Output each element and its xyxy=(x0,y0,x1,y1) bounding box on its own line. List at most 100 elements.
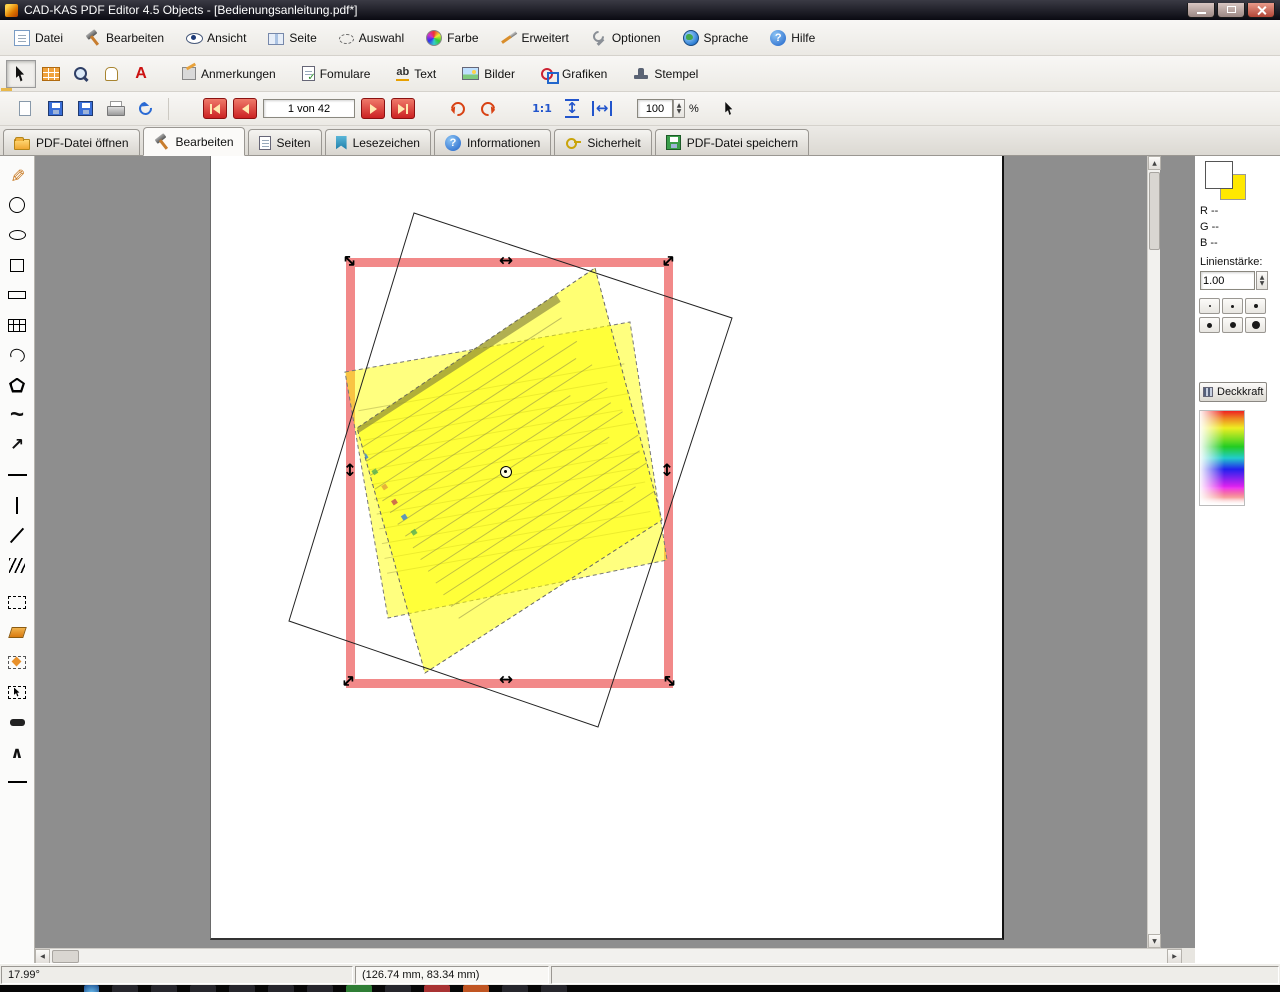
tool-circle[interactable] xyxy=(2,190,32,220)
line-width-6-button[interactable] xyxy=(1245,317,1266,333)
taskbar-icon[interactable] xyxy=(463,985,489,992)
tool-vertical-line[interactable] xyxy=(2,490,32,520)
line-color-swatch[interactable] xyxy=(1205,161,1233,189)
taskbar-icon[interactable] xyxy=(84,985,99,992)
tool-diagonal-line[interactable] xyxy=(2,520,32,550)
tool-highlighter[interactable] xyxy=(2,617,32,647)
print-button[interactable] xyxy=(100,95,130,123)
tool-table[interactable] xyxy=(2,310,32,340)
resize-handle-bottom[interactable]: ↔ xyxy=(497,672,515,689)
tool-flat-rectangle[interactable] xyxy=(2,280,32,310)
taskbar[interactable] xyxy=(0,985,1280,992)
taskbar-icon[interactable] xyxy=(151,985,177,992)
zoom-spinner[interactable]: ▲▼ xyxy=(673,99,685,118)
taskbar-icon[interactable] xyxy=(346,985,372,992)
menu-seite[interactable]: Seite xyxy=(264,28,320,48)
pdf-page[interactable]: ↔ ↔ ↔ ↕ ↕ ↔ ↔ ↔ xyxy=(210,156,1004,940)
taskbar-icon[interactable] xyxy=(190,985,216,992)
taskbar-icon[interactable] xyxy=(112,985,138,992)
tool-arrow[interactable] xyxy=(2,430,32,460)
tab-pdf-save[interactable]: PDF-Datei speichern xyxy=(655,129,809,155)
line-width-1-button[interactable] xyxy=(1199,298,1220,314)
save-button[interactable] xyxy=(40,95,70,123)
tool-pen[interactable] xyxy=(2,160,32,190)
menu-auswahl[interactable]: Auswahl xyxy=(335,28,408,48)
menu-optionen[interactable]: Optionen xyxy=(587,27,665,49)
taskbar-icon[interactable] xyxy=(541,985,567,992)
vertical-scroll-thumb[interactable] xyxy=(1149,172,1160,250)
grid-panel-button[interactable] xyxy=(36,60,66,88)
taskbar-icon[interactable] xyxy=(307,985,333,992)
graphics-group-button[interactable]: Grafiken xyxy=(541,66,607,82)
zoom-100-button[interactable]: 1:1 xyxy=(527,95,557,123)
line-width-5-button[interactable] xyxy=(1222,317,1243,333)
fit-height-button[interactable] xyxy=(557,95,587,123)
scroll-down-button[interactable]: ▼ xyxy=(1148,934,1161,948)
menu-ansicht[interactable]: Ansicht xyxy=(182,27,250,49)
first-page-button[interactable] xyxy=(203,98,227,119)
rotate-left-button[interactable] xyxy=(443,95,473,123)
line-width-input[interactable] xyxy=(1200,271,1255,290)
line-width-4-button[interactable] xyxy=(1199,317,1220,333)
forms-group-button[interactable]: Fomulare xyxy=(302,66,371,81)
resize-handle-top[interactable]: ↔ xyxy=(497,253,515,270)
minimize-button[interactable] xyxy=(1187,3,1215,18)
menu-bearbeiten[interactable]: Bearbeiten xyxy=(81,27,168,49)
cursor-mode-button[interactable] xyxy=(715,95,745,123)
tool-polygon[interactable] xyxy=(2,370,32,400)
tool-horizontal-line[interactable] xyxy=(2,460,32,490)
line-width-spinner[interactable]: ▲▼ xyxy=(1256,271,1268,290)
color-picker-gradient[interactable] xyxy=(1199,410,1245,506)
font-tool-button[interactable]: A xyxy=(126,60,156,88)
scroll-up-button[interactable]: ▲ xyxy=(1148,156,1161,170)
resize-handle-right[interactable]: ↕ xyxy=(658,463,676,480)
tool-curve[interactable] xyxy=(2,340,32,370)
save-as-button[interactable] xyxy=(70,95,100,123)
resize-handle-left[interactable]: ↕ xyxy=(341,463,359,480)
scroll-left-button[interactable]: ◀ xyxy=(35,949,50,964)
previous-page-button[interactable] xyxy=(233,98,257,119)
menu-hilfe[interactable]: ?Hilfe xyxy=(766,27,819,49)
taskbar-icon[interactable] xyxy=(502,985,528,992)
tab-lesezeichen[interactable]: Lesezeichen xyxy=(325,129,431,155)
tool-marker-rect[interactable] xyxy=(2,647,32,677)
annotations-group-button[interactable]: Anmerkungen xyxy=(182,67,276,81)
rotate-right-button[interactable] xyxy=(473,95,503,123)
tool-caret[interactable] xyxy=(2,737,32,767)
tab-sicherheit[interactable]: Sicherheit xyxy=(554,129,651,155)
taskbar-icon[interactable] xyxy=(385,985,411,992)
horizontal-scrollbar[interactable]: ◀ ▶ xyxy=(35,948,1182,963)
close-button[interactable] xyxy=(1247,3,1275,18)
images-group-button[interactable]: Bilder xyxy=(462,67,515,81)
fit-width-button[interactable] xyxy=(587,95,617,123)
hand-tool-button[interactable] xyxy=(96,60,126,88)
new-button[interactable] xyxy=(10,95,40,123)
tool-select-object[interactable] xyxy=(2,677,32,707)
undo-button[interactable] xyxy=(130,95,160,123)
tab-bearbeiten[interactable]: Bearbeiten xyxy=(143,127,245,156)
taskbar-icon[interactable] xyxy=(424,985,450,992)
page-number-field[interactable] xyxy=(263,99,355,118)
menu-datei[interactable]: Datei xyxy=(10,27,67,49)
tool-ellipse[interactable] xyxy=(2,220,32,250)
maximize-button[interactable] xyxy=(1217,3,1245,18)
scroll-right-button[interactable]: ▶ xyxy=(1167,949,1182,964)
menu-farbe[interactable]: Farbe xyxy=(422,27,482,49)
vertical-scrollbar[interactable]: ▲ ▼ xyxy=(1147,156,1160,948)
horizontal-scroll-thumb[interactable] xyxy=(52,950,79,963)
last-page-button[interactable] xyxy=(391,98,415,119)
zoom-tool-button[interactable] xyxy=(66,60,96,88)
tab-pdf-open[interactable]: PDF-Datei öffnen xyxy=(3,129,140,155)
opacity-button[interactable]: Deckkraft xyxy=(1199,382,1267,402)
stamp-group-button[interactable]: Stempel xyxy=(633,66,698,82)
taskbar-icon[interactable] xyxy=(268,985,294,992)
line-width-3-button[interactable] xyxy=(1245,298,1266,314)
tool-line[interactable] xyxy=(2,767,32,797)
menu-erweitert[interactable]: Erweitert xyxy=(497,27,573,49)
rotation-center-marker[interactable] xyxy=(500,466,512,478)
text-group-button[interactable]: abText xyxy=(396,66,436,81)
tool-rectangle[interactable] xyxy=(2,250,32,280)
zoom-input[interactable] xyxy=(637,99,673,118)
line-width-2-button[interactable] xyxy=(1222,298,1243,314)
menu-sprache[interactable]: Sprache xyxy=(679,27,753,49)
